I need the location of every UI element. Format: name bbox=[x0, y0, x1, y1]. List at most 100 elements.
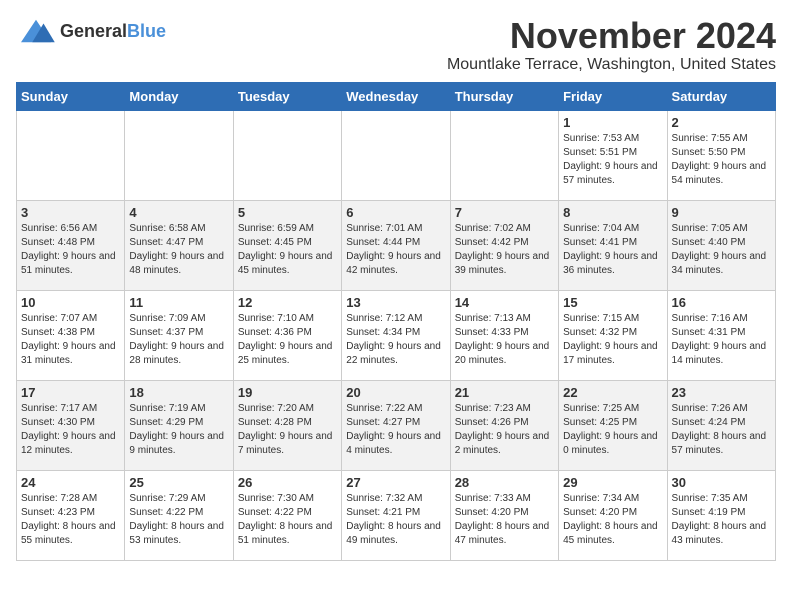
calendar-cell: 18Sunrise: 7:19 AM Sunset: 4:29 PM Dayli… bbox=[125, 380, 233, 470]
header-cell-thursday: Thursday bbox=[450, 82, 558, 110]
calendar-cell: 7 Sunrise: 7:02 AM Sunset: 4:42 PM Daylig… bbox=[450, 200, 558, 290]
day-number: 7 bbox=[455, 205, 554, 220]
header-cell-sunday: Sunday bbox=[17, 82, 125, 110]
calendar-cell: 9Sunrise: 7:05 AM Sunset: 4:40 PM Daylig… bbox=[667, 200, 775, 290]
calendar-cell: 14 Sunrise: 7:13 AM Sunset: 4:33 PM Dayli… bbox=[450, 290, 558, 380]
day-number: 25 bbox=[129, 475, 228, 490]
calendar-cell: 20Sunrise: 7:22 AM Sunset: 4:27 PM Dayli… bbox=[342, 380, 450, 470]
cell-content: Sunrise: 7:12 AM Sunset: 4:34 PM Dayligh… bbox=[346, 312, 445, 368]
cell-content: Sunrise: 7:13 AM Sunset: 4:33 PM Dayligh… bbox=[455, 312, 554, 368]
cell-content: Sunrise: 7:30 AM Sunset: 4:22 PM Dayligh… bbox=[238, 492, 337, 548]
cell-content: Sunrise: 7:10 AM Sunset: 4:36 PM Dayligh… bbox=[238, 312, 337, 368]
cell-content: Sunrise: 7:32 AM Sunset: 4:21 PM Dayligh… bbox=[346, 492, 445, 548]
logo-text-general: General bbox=[60, 21, 127, 41]
calendar-cell bbox=[450, 110, 558, 200]
cell-content: Sunrise: 7:04 AM Sunset: 4:41 PM Dayligh… bbox=[563, 222, 662, 278]
cell-content: Sunrise: 7:34 AM Sunset: 4:20 PM Dayligh… bbox=[563, 492, 662, 548]
day-number: 14 bbox=[455, 295, 554, 310]
header-cell-saturday: Saturday bbox=[667, 82, 775, 110]
calendar-cell: 8 Sunrise: 7:04 AM Sunset: 4:41 PM Daylig… bbox=[559, 200, 667, 290]
day-number: 2 bbox=[672, 115, 771, 130]
day-number: 27 bbox=[346, 475, 445, 490]
calendar-cell: 11 Sunrise: 7:09 AM Sunset: 4:37 PM Dayli… bbox=[125, 290, 233, 380]
cell-content: Sunrise: 7:09 AM Sunset: 4:37 PM Dayligh… bbox=[129, 312, 228, 368]
calendar-cell: 1 Sunrise: 7:53 AM Sunset: 5:51 PM Daylig… bbox=[559, 110, 667, 200]
day-number: 16 bbox=[672, 295, 771, 310]
cell-content: Sunrise: 7:55 AM Sunset: 5:50 PM Dayligh… bbox=[672, 132, 771, 188]
week-row-0: 1 Sunrise: 7:53 AM Sunset: 5:51 PM Daylig… bbox=[17, 110, 776, 200]
day-number: 10 bbox=[21, 295, 120, 310]
logo: GeneralBlue bbox=[16, 16, 166, 46]
week-row-4: 24 Sunrise: 7:28 AM Sunset: 4:23 PM Dayli… bbox=[17, 470, 776, 560]
month-title: November 2024 bbox=[447, 16, 776, 56]
calendar-cell: 15 Sunrise: 7:15 AM Sunset: 4:32 PM Dayli… bbox=[559, 290, 667, 380]
calendar-cell: 29 Sunrise: 7:34 AM Sunset: 4:20 PM Dayli… bbox=[559, 470, 667, 560]
day-number: 4 bbox=[129, 205, 228, 220]
calendar-cell: 16Sunrise: 7:16 AM Sunset: 4:31 PM Dayli… bbox=[667, 290, 775, 380]
cell-content: Sunrise: 6:59 AM Sunset: 4:45 PM Dayligh… bbox=[238, 222, 337, 278]
calendar-cell: 23Sunrise: 7:26 AM Sunset: 4:24 PM Dayli… bbox=[667, 380, 775, 470]
calendar-cell bbox=[233, 110, 341, 200]
cell-content: Sunrise: 7:33 AM Sunset: 4:20 PM Dayligh… bbox=[455, 492, 554, 548]
day-number: 6 bbox=[346, 205, 445, 220]
cell-content: Sunrise: 7:07 AM Sunset: 4:38 PM Dayligh… bbox=[21, 312, 120, 368]
cell-content: Sunrise: 6:56 AM Sunset: 4:48 PM Dayligh… bbox=[21, 222, 120, 278]
day-number: 11 bbox=[129, 295, 228, 310]
logo-text-blue: Blue bbox=[127, 21, 166, 41]
cell-content: Sunrise: 7:01 AM Sunset: 4:44 PM Dayligh… bbox=[346, 222, 445, 278]
header-cell-friday: Friday bbox=[559, 82, 667, 110]
calendar-cell: 26 Sunrise: 7:30 AM Sunset: 4:22 PM Dayli… bbox=[233, 470, 341, 560]
header-cell-monday: Monday bbox=[125, 82, 233, 110]
day-number: 29 bbox=[563, 475, 662, 490]
week-row-3: 17 Sunrise: 7:17 AM Sunset: 4:30 PM Dayli… bbox=[17, 380, 776, 470]
day-number: 24 bbox=[21, 475, 120, 490]
calendar-cell: 2 Sunrise: 7:55 AM Sunset: 5:50 PM Daylig… bbox=[667, 110, 775, 200]
cell-content: Sunrise: 7:29 AM Sunset: 4:22 PM Dayligh… bbox=[129, 492, 228, 548]
calendar-cell: 5 Sunrise: 6:59 AM Sunset: 4:45 PM Daylig… bbox=[233, 200, 341, 290]
calendar-cell: 19 Sunrise: 7:20 AM Sunset: 4:28 PM Dayli… bbox=[233, 380, 341, 470]
day-number: 8 bbox=[563, 205, 662, 220]
week-row-2: 10 Sunrise: 7:07 AM Sunset: 4:38 PM Dayli… bbox=[17, 290, 776, 380]
calendar-cell: 22Sunrise: 7:25 AM Sunset: 4:25 PM Dayli… bbox=[559, 380, 667, 470]
calendar-cell bbox=[342, 110, 450, 200]
day-number: 1 bbox=[563, 115, 662, 130]
logo-icon bbox=[16, 16, 56, 46]
day-number: 5 bbox=[238, 205, 337, 220]
day-number: 23 bbox=[672, 385, 771, 400]
cell-content: Sunrise: 7:23 AM Sunset: 4:26 PM Dayligh… bbox=[455, 402, 554, 458]
cell-content: Sunrise: 7:28 AM Sunset: 4:23 PM Dayligh… bbox=[21, 492, 120, 548]
day-number: 12 bbox=[238, 295, 337, 310]
location-title: Mountlake Terrace, Washington, United St… bbox=[447, 56, 776, 74]
calendar-cell: 3 Sunrise: 6:56 AM Sunset: 4:48 PM Daylig… bbox=[17, 200, 125, 290]
calendar-table: SundayMondayTuesdayWednesdayThursdayFrid… bbox=[16, 82, 776, 561]
cell-content: Sunrise: 7:25 AM Sunset: 4:25 PM Dayligh… bbox=[563, 402, 662, 458]
cell-content: Sunrise: 7:15 AM Sunset: 4:32 PM Dayligh… bbox=[563, 312, 662, 368]
calendar-cell: 28Sunrise: 7:33 AM Sunset: 4:20 PM Dayli… bbox=[450, 470, 558, 560]
cell-content: Sunrise: 7:53 AM Sunset: 5:51 PM Dayligh… bbox=[563, 132, 662, 188]
day-number: 17 bbox=[21, 385, 120, 400]
day-number: 13 bbox=[346, 295, 445, 310]
day-number: 18 bbox=[129, 385, 228, 400]
header-row: SundayMondayTuesdayWednesdayThursdayFrid… bbox=[17, 82, 776, 110]
calendar-cell: 27 Sunrise: 7:32 AM Sunset: 4:21 PM Dayli… bbox=[342, 470, 450, 560]
day-number: 3 bbox=[21, 205, 120, 220]
cell-content: Sunrise: 7:02 AM Sunset: 4:42 PM Dayligh… bbox=[455, 222, 554, 278]
calendar-cell bbox=[125, 110, 233, 200]
cell-content: Sunrise: 7:17 AM Sunset: 4:30 PM Dayligh… bbox=[21, 402, 120, 458]
week-row-1: 3 Sunrise: 6:56 AM Sunset: 4:48 PM Daylig… bbox=[17, 200, 776, 290]
calendar-cell: 30Sunrise: 7:35 AM Sunset: 4:19 PM Dayli… bbox=[667, 470, 775, 560]
day-number: 19 bbox=[238, 385, 337, 400]
cell-content: Sunrise: 7:20 AM Sunset: 4:28 PM Dayligh… bbox=[238, 402, 337, 458]
title-section: November 2024 Mountlake Terrace, Washing… bbox=[447, 16, 776, 74]
day-number: 15 bbox=[563, 295, 662, 310]
calendar-cell: 10 Sunrise: 7:07 AM Sunset: 4:38 PM Dayli… bbox=[17, 290, 125, 380]
day-number: 20 bbox=[346, 385, 445, 400]
cell-content: Sunrise: 7:05 AM Sunset: 4:40 PM Dayligh… bbox=[672, 222, 771, 278]
calendar-cell: 4Sunrise: 6:58 AM Sunset: 4:47 PM Daylig… bbox=[125, 200, 233, 290]
calendar-cell: 21Sunrise: 7:23 AM Sunset: 4:26 PM Dayli… bbox=[450, 380, 558, 470]
calendar-cell: 6 Sunrise: 7:01 AM Sunset: 4:44 PM Daylig… bbox=[342, 200, 450, 290]
calendar-cell: 12 Sunrise: 7:10 AM Sunset: 4:36 PM Dayli… bbox=[233, 290, 341, 380]
day-number: 26 bbox=[238, 475, 337, 490]
calendar-cell: 17 Sunrise: 7:17 AM Sunset: 4:30 PM Dayli… bbox=[17, 380, 125, 470]
header: GeneralBlue November 2024 Mountlake Terr… bbox=[16, 16, 776, 74]
